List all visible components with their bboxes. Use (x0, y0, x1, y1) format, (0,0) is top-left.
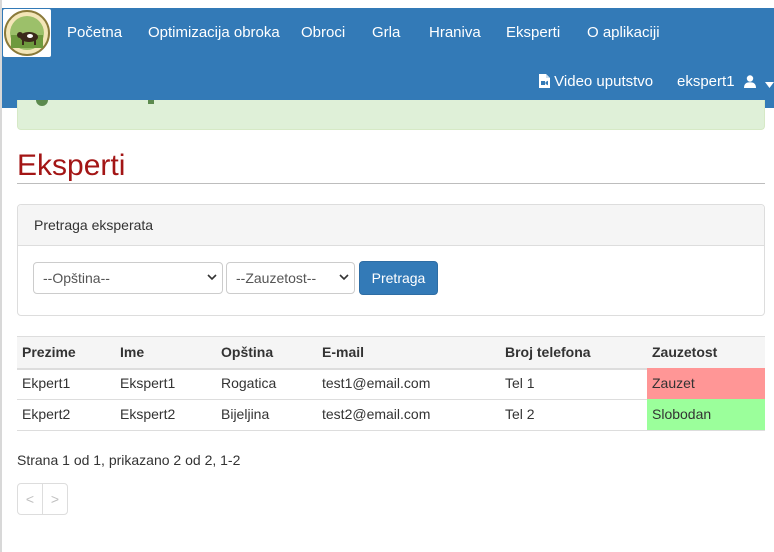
availability-select-value: --Zauzetost-- (236, 270, 317, 286)
nav-eksperti[interactable]: Eksperti (506, 8, 560, 58)
video-tutorial-link[interactable]: Video uputstvo (538, 62, 653, 102)
title-divider (17, 183, 765, 184)
search-button[interactable]: Pretraga (359, 261, 438, 295)
table-row: Ekpert2 Ekspert2 Bijeljina test2@email.c… (17, 399, 765, 431)
cell-ime: Ekspert1 (120, 375, 176, 391)
status-badge: Slobodan (647, 399, 765, 430)
cell-prezime: Ekpert2 (22, 406, 71, 422)
cell-opstina: Bijeljina (221, 406, 270, 422)
municipality-select-value: --Opština-- (43, 270, 110, 286)
chevron-down-icon (207, 274, 217, 281)
app-logo[interactable] (3, 9, 51, 57)
caret-down-icon (764, 82, 774, 88)
cell-email: test2@email.com (322, 406, 431, 422)
success-alert (17, 100, 765, 130)
nav-grla[interactable]: Grla (372, 8, 400, 58)
next-page-button[interactable]: > (43, 484, 67, 514)
table-row: Ekpert1 Ekspert1 Rogatica test1@email.co… (17, 368, 765, 400)
alert-message (148, 100, 154, 104)
nav-hraniva[interactable]: Hraniva (429, 8, 481, 58)
nav-obroci[interactable]: Obroci (301, 8, 345, 58)
cell-opstina: Rogatica (221, 375, 277, 391)
table-header: Prezime Ime Opština E-mail Broj telefona… (17, 336, 765, 370)
cell-prezime: Ekpert1 (22, 375, 71, 391)
video-tutorial-label: Video uputstvo (554, 73, 654, 90)
cell-ime: Ekspert2 (120, 406, 176, 422)
header-zauzetost: Zauzetost (652, 344, 718, 360)
search-panel-title: Pretraga eksperata (34, 217, 154, 233)
header-broj-telefona: Broj telefona (505, 344, 591, 360)
check-circle-icon (36, 100, 48, 106)
cell-email: test1@email.com (322, 375, 431, 391)
header-ime: Ime (120, 344, 145, 360)
user-icon (743, 75, 756, 88)
status-badge: Zauzet (647, 368, 765, 399)
chevron-down-icon (339, 274, 349, 281)
user-name: ekspert1 (677, 73, 735, 90)
pagination: < > (17, 483, 68, 515)
header-email: E-mail (322, 344, 365, 360)
file-video-icon (539, 74, 550, 88)
search-panel: Pretraga eksperata --Opština-- --Zauzeto… (17, 204, 765, 316)
header-opstina: Opština (221, 344, 274, 360)
nav-optimizacija-obroka[interactable]: Optimizacija obroka (148, 8, 280, 58)
page-title: Eksperti (17, 149, 126, 182)
user-menu[interactable]: ekspert1 (677, 62, 774, 102)
cell-telefon: Tel 2 (505, 406, 535, 422)
prev-page-button[interactable]: < (18, 484, 42, 514)
cell-telefon: Tel 1 (505, 375, 535, 391)
search-panel-heading: Pretraga eksperata (18, 205, 764, 246)
header-prezime: Prezime (22, 344, 76, 360)
nav-o-aplikaciji[interactable]: O aplikaciji (587, 8, 660, 58)
nav-pocetna[interactable]: Početna (67, 8, 122, 58)
municipality-select[interactable]: --Opština-- (33, 262, 223, 294)
pagination-summary: Strana 1 od 1, prikazano 2 od 2, 1-2 (17, 452, 241, 468)
top-navbar: Početna Optimizacija obroka Obroci Grla … (2, 8, 774, 108)
availability-select[interactable]: --Zauzetost-- (226, 262, 355, 294)
